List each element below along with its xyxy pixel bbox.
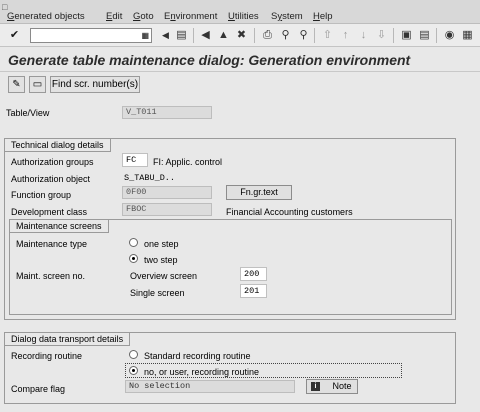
compare-flag-label: Compare flag bbox=[11, 384, 66, 394]
auth-groups-field[interactable]: FC bbox=[122, 153, 148, 167]
delete-button[interactable]: ▭ bbox=[29, 76, 46, 93]
dev-class-text: Financial Accounting customers bbox=[226, 207, 353, 217]
pencil-icon: ✎ bbox=[12, 79, 21, 90]
standard-toolbar: ✔ ▦ ◀ ▤ ◀ ▲ ✖ ⎙ ⚲ ⚲ ⇧ ↑ ↓ ⇩ ▣ ▤ ◉ ▦ bbox=[0, 24, 480, 47]
single-screen-label: Single screen bbox=[130, 288, 185, 298]
one-step-radio[interactable] bbox=[129, 238, 138, 247]
find-next-icon[interactable]: ⚲ bbox=[296, 28, 311, 43]
table-view-field: V_T011 bbox=[122, 106, 212, 119]
function-group-label: Function group bbox=[11, 190, 72, 200]
compare-flag-field: No selection bbox=[125, 380, 295, 393]
cancel-icon[interactable]: ✖ bbox=[234, 28, 249, 43]
maintenance-screens-title: Maintenance screens bbox=[9, 219, 109, 233]
dev-class-field: FBOC bbox=[122, 203, 212, 216]
trash-icon: ▭ bbox=[32, 79, 43, 90]
command-field[interactable]: ▦ bbox=[30, 28, 152, 43]
auth-object-label: Authorization object bbox=[11, 174, 91, 184]
help-icon[interactable]: ◉ bbox=[442, 28, 457, 43]
overview-screen-field[interactable]: 200 bbox=[240, 267, 267, 281]
menu-goto[interactable]: Goto bbox=[133, 11, 154, 22]
shortcut-icon[interactable]: ▤ bbox=[417, 28, 432, 43]
first-page-icon[interactable]: ⇧ bbox=[320, 28, 335, 43]
find-screen-numbers-button[interactable]: Find scr. number(s) bbox=[50, 76, 140, 93]
exit-icon[interactable]: ▲ bbox=[216, 28, 231, 43]
menu-generated-objects[interactable]: Generated objects bbox=[7, 11, 85, 22]
save-icon[interactable]: ▤ bbox=[174, 28, 189, 43]
menu-system[interactable]: System bbox=[271, 11, 303, 22]
table-view-label: Table/View bbox=[6, 108, 50, 118]
layout-icon[interactable]: ▦ bbox=[460, 28, 475, 43]
enter-icon[interactable]: ✔ bbox=[7, 28, 22, 43]
page-title: Generate table maintenance dialog: Gener… bbox=[8, 52, 411, 68]
auth-groups-label: Authorization groups bbox=[11, 157, 94, 167]
two-step-label: two step bbox=[144, 255, 178, 265]
scroll-left-icon[interactable]: ◀ bbox=[158, 28, 173, 43]
fn-group-text-button[interactable]: Fn.gr.text bbox=[226, 185, 292, 200]
dev-class-label: Development class bbox=[11, 207, 88, 217]
menu-utilities[interactable]: Utilities bbox=[228, 11, 259, 22]
maintenance-screens-frame: Maintenance screens bbox=[9, 219, 452, 315]
history-dropdown-icon[interactable]: ▦ bbox=[141, 31, 149, 40]
print-icon[interactable]: ⎙ bbox=[260, 28, 275, 43]
menu-edit[interactable]: Edit bbox=[106, 11, 122, 22]
edit-pencil-button[interactable]: ✎ bbox=[8, 76, 25, 93]
menu-help[interactable]: Help bbox=[313, 11, 333, 22]
info-icon: i bbox=[311, 382, 320, 392]
technical-details-title: Technical dialog details bbox=[4, 138, 111, 152]
menu-bar: □ Generated objects Edit Goto Environmen… bbox=[0, 0, 480, 24]
last-page-icon[interactable]: ⇩ bbox=[374, 28, 389, 43]
note-button[interactable]: i Note bbox=[306, 379, 358, 394]
standard-recording-label: Standard recording routine bbox=[144, 351, 251, 361]
user-recording-label: no, or user, recording routine bbox=[144, 367, 260, 377]
note-button-label: Note bbox=[332, 381, 352, 391]
single-screen-field[interactable]: 201 bbox=[240, 284, 267, 298]
next-page-icon[interactable]: ↓ bbox=[356, 28, 371, 43]
transport-details-title: Dialog data transport details bbox=[4, 332, 131, 346]
one-step-label: one step bbox=[144, 239, 179, 249]
back-icon[interactable]: ◀ bbox=[198, 28, 213, 43]
standard-recording-radio[interactable] bbox=[129, 350, 138, 359]
two-step-radio[interactable] bbox=[129, 254, 138, 263]
recording-routine-label: Recording routine bbox=[11, 351, 83, 361]
function-group-field: 0F00 bbox=[122, 186, 212, 199]
maint-screen-no-label: Maint. screen no. bbox=[16, 271, 86, 281]
menu-environment[interactable]: Environment bbox=[164, 11, 217, 22]
auth-groups-text: FI: Applic. control bbox=[153, 157, 223, 167]
find-icon[interactable]: ⚲ bbox=[278, 28, 293, 43]
maintenance-type-label: Maintenance type bbox=[16, 239, 88, 249]
auth-object-value: S_TABU_D.. bbox=[124, 173, 176, 183]
user-recording-radio[interactable] bbox=[129, 366, 138, 375]
title-divider bbox=[0, 71, 480, 72]
new-session-icon[interactable]: ▣ bbox=[399, 28, 414, 43]
overview-screen-label: Overview screen bbox=[130, 271, 198, 281]
prev-page-icon[interactable]: ↑ bbox=[338, 28, 353, 43]
